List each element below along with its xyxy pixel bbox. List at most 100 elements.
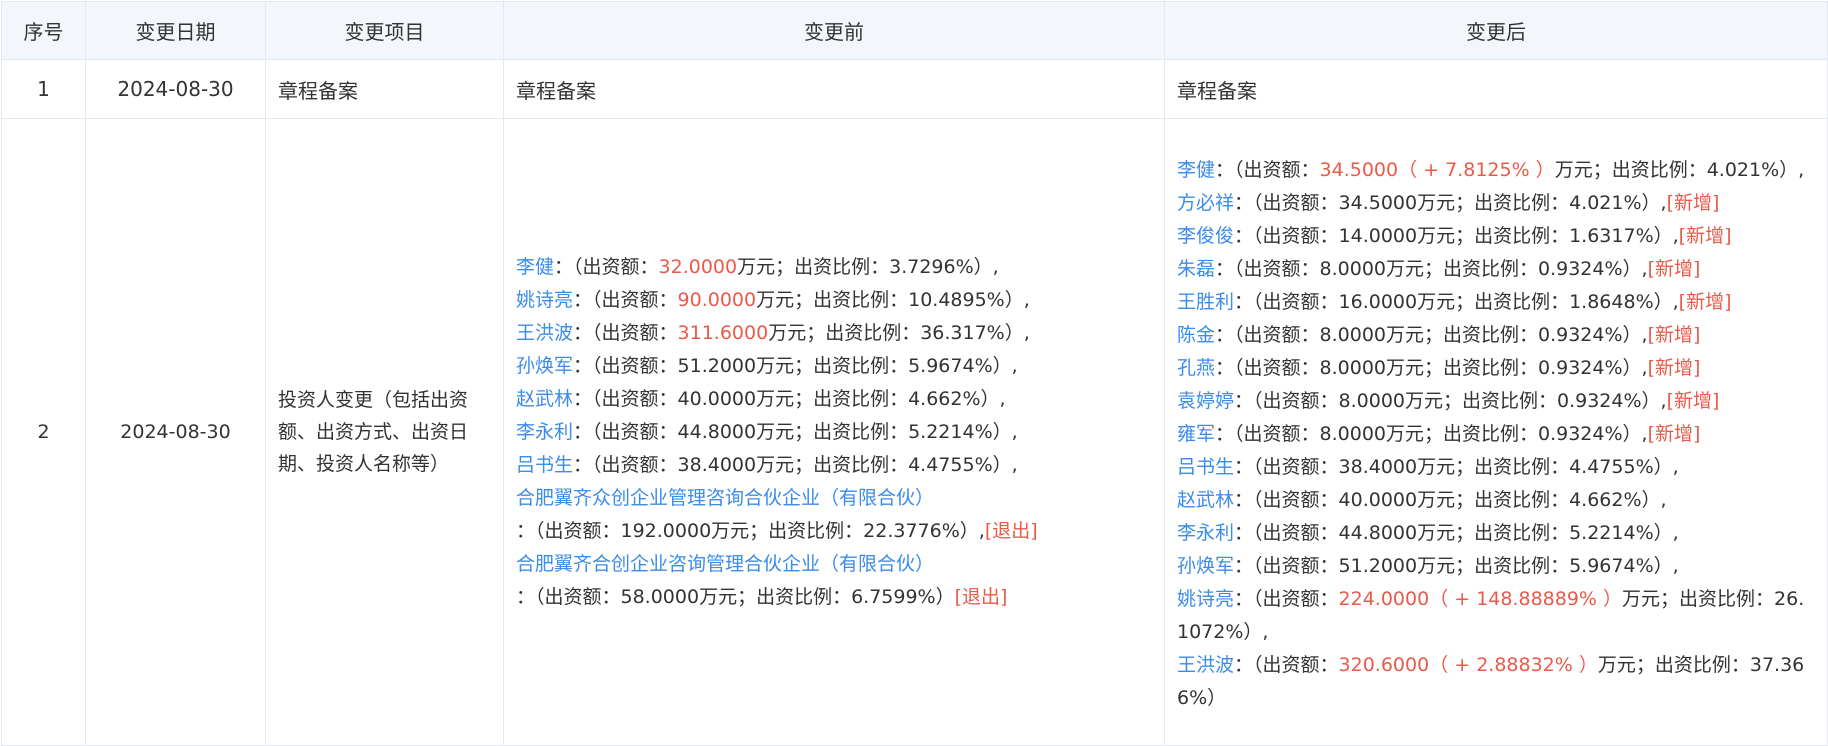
investor-name-link[interactable]: 陈金 — [1177, 324, 1215, 346]
investor-name-link[interactable]: 王洪波 — [516, 322, 573, 344]
entry-text: ：（出资额：40.0000万元；出资比例：4.662%）, — [573, 387, 1006, 410]
investor-name-link[interactable]: 孙焕军 — [516, 355, 573, 377]
status-tag: [新增] — [1678, 224, 1732, 247]
investor-name-link[interactable]: 合肥翼齐合创企业咨询管理合伙企业（有限合伙） — [516, 553, 934, 575]
header-index[interactable]: 序号 — [1, 1, 86, 60]
investor-entry: 陈金：（出资额：8.0000万元；出资比例：0.9324%）,[新增] — [1177, 319, 1815, 352]
entry-text: ：（出资额：38.4000万元；出资比例：4.4755%）, — [573, 453, 1018, 476]
table-row: 1 2024-08-30 章程备案 章程备案 章程备案 — [1, 59, 1828, 119]
entry-text: ：（出资额：51.2000万元；出资比例：5.9674%）, — [573, 354, 1018, 377]
entry-text: ：（出资额：14.0000万元；出资比例：1.6317%）, — [1234, 224, 1679, 247]
amount-highlight: 320.6000（ + 2.88832% ） — [1338, 653, 1598, 676]
header-after[interactable]: 变更后 — [1164, 1, 1828, 60]
change-record-table: 序号 变更日期 变更项目 变更前 变更后 1 2024-08-30 章程备案 章… — [1, 1, 1828, 746]
investor-name-link[interactable]: 李健 — [1177, 159, 1215, 181]
investor-name-link[interactable]: 吕书生 — [516, 454, 573, 476]
investor-name-link[interactable]: 吕书生 — [1177, 456, 1234, 478]
investor-entry: 王洪波：（出资额：311.6000万元；出资比例：36.317%）, — [516, 317, 1152, 350]
status-tag: [退出] — [984, 519, 1038, 542]
entry-text: ：（出资额：34.5000万元；出资比例：4.021%）, — [1234, 191, 1667, 214]
entry-text: ：（出资额： — [554, 255, 659, 278]
investor-entry: ：（出资额：192.0000万元；出资比例：22.3776%）,[退出] — [516, 515, 1152, 548]
entry-text: ：（出资额：8.0000万元；出资比例：0.9324%）, — [1215, 422, 1648, 445]
status-tag: [新增] — [1666, 389, 1720, 412]
investor-name-link[interactable]: 李俊俊 — [1177, 225, 1234, 247]
entry-text: ：（出资额：40.0000万元；出资比例：4.662%）, — [1234, 488, 1667, 511]
investor-name-link[interactable]: 赵武林 — [516, 388, 573, 410]
status-tag: [新增] — [1647, 356, 1701, 379]
status-tag: [新增] — [1647, 323, 1701, 346]
entry-text: ：（出资额：16.0000万元；出资比例：1.8648%）, — [1234, 290, 1679, 313]
amount-highlight: 224.0000（ + 148.88889% ） — [1338, 587, 1623, 610]
before-entries: 李健：（出资额：32.0000万元；出资比例：3.7296%）, 姚诗亮：（出资额… — [516, 251, 1152, 614]
row-index: 2 — [1, 118, 86, 746]
header-date[interactable]: 变更日期 — [85, 1, 266, 60]
investor-name-link[interactable]: 王胜利 — [1177, 291, 1234, 313]
status-tag: [新增] — [1678, 290, 1732, 313]
entry-text: ：（出资额：58.0000万元；出资比例：6.7599%） — [516, 585, 955, 608]
investor-entry: 孙焕军：（出资额：51.2000万元；出资比例：5.9674%）, — [516, 350, 1152, 383]
investor-entry: 李健：（出资额：34.5000（ + 7.8125% ）万元；出资比例：4.02… — [1177, 154, 1815, 187]
after-investor-list: 李健：（出资额：34.5000（ + 7.8125% ）万元；出资比例：4.02… — [1164, 118, 1828, 746]
investor-entry: 朱磊：（出资额：8.0000万元；出资比例：0.9324%）,[新增] — [1177, 253, 1815, 286]
investor-name-link[interactable]: 方必祥 — [1177, 192, 1234, 214]
entry-text: ：（出资额： — [573, 321, 678, 344]
entry-text: ：（出资额：51.2000万元；出资比例：5.9674%）, — [1234, 554, 1679, 577]
entry-text: ：（出资额：8.0000万元；出资比例：0.9324%）, — [1215, 356, 1648, 379]
investor-entry: 李永利：（出资额：44.8000万元；出资比例：5.2214%）, — [516, 416, 1152, 449]
investor-entry: 姚诗亮：（出资额：224.0000（ + 148.88889% ）万元；出资比例… — [1177, 583, 1815, 649]
investor-name-link[interactable]: 赵武林 — [1177, 489, 1234, 511]
entry-text: ：（出资额：38.4000万元；出资比例：4.4755%）, — [1234, 455, 1679, 478]
investor-entry: 吕书生：（出资额：38.4000万元；出资比例：4.4755%）, — [516, 449, 1152, 482]
entry-text: ：（出资额：44.8000万元；出资比例：5.2214%）, — [573, 420, 1018, 443]
investor-entry: ：（出资额：58.0000万元；出资比例：6.7599%）[退出] — [516, 581, 1152, 614]
investor-name-link[interactable]: 李健 — [516, 256, 554, 278]
entry-text: ：（出资额：8.0000万元；出资比例：0.9324%）, — [1215, 323, 1648, 346]
investor-entry: 袁婷婷：（出资额：8.0000万元；出资比例：0.9324%）,[新增] — [1177, 385, 1815, 418]
entry-text: ：（出资额： — [573, 288, 678, 311]
investor-name-link[interactable]: 孙焕军 — [1177, 555, 1234, 577]
investor-name-link[interactable]: 孔燕 — [1177, 357, 1215, 379]
amount-highlight: 34.5000（ + 7.8125% ） — [1319, 158, 1555, 181]
investor-entry: 雍军：（出资额：8.0000万元；出资比例：0.9324%）,[新增] — [1177, 418, 1815, 451]
header-item[interactable]: 变更项目 — [265, 1, 504, 60]
investor-name-link[interactable]: 雍军 — [1177, 423, 1215, 445]
entry-text: 万元；出资比例：36.317%）, — [768, 321, 1030, 344]
row-item: 投资人变更（包括出资额、出资方式、出资日期、投资人名称等） — [265, 118, 504, 746]
entry-text: ：（出资额： — [1234, 653, 1339, 676]
investor-name-link[interactable]: 王洪波 — [1177, 654, 1234, 676]
table-row: 2 2024-08-30 投资人变更（包括出资额、出资方式、出资日期、投资人名称… — [1, 118, 1828, 746]
investor-entry: 李永利：（出资额：44.8000万元；出资比例：5.2214%）, — [1177, 517, 1815, 550]
investor-name-link[interactable]: 袁婷婷 — [1177, 390, 1234, 412]
entry-text: ：（出资额：8.0000万元；出资比例：0.9324%）, — [1234, 389, 1667, 412]
investor-entry: 赵武林：（出资额：40.0000万元；出资比例：4.662%）, — [516, 383, 1152, 416]
investor-name-link[interactable]: 李永利 — [1177, 522, 1234, 544]
investor-entry: 合肥翼齐合创企业咨询管理合伙企业（有限合伙） — [516, 548, 1152, 581]
investor-name-link[interactable]: 李永利 — [516, 421, 573, 443]
table-header-row: 序号 变更日期 变更项目 变更前 变更后 — [1, 1, 1828, 60]
investor-entry: 李健：（出资额：32.0000万元；出资比例：3.7296%）, — [516, 251, 1152, 284]
row-after: 章程备案 — [1164, 59, 1828, 119]
investor-entry: 姚诗亮：（出资额：90.0000万元；出资比例：10.4895%）, — [516, 284, 1152, 317]
row-index: 1 — [1, 59, 86, 119]
status-tag: [退出] — [954, 585, 1008, 608]
header-before[interactable]: 变更前 — [503, 1, 1165, 60]
entry-text: ：（出资额： — [1234, 587, 1339, 610]
row-item: 章程备案 — [265, 59, 504, 119]
investor-name-link[interactable]: 朱磊 — [1177, 258, 1215, 280]
entry-text: ：（出资额： — [1215, 158, 1320, 181]
investor-entry: 王胜利：（出资额：16.0000万元；出资比例：1.8648%）,[新增] — [1177, 286, 1815, 319]
investor-name-link[interactable]: 姚诗亮 — [1177, 588, 1234, 610]
investor-entry: 吕书生：（出资额：38.4000万元；出资比例：4.4755%）, — [1177, 451, 1815, 484]
status-tag: [新增] — [1647, 257, 1701, 280]
row-date: 2024-08-30 — [85, 59, 266, 119]
entry-text: ：（出资额：192.0000万元；出资比例：22.3776%）, — [516, 519, 985, 542]
row-date: 2024-08-30 — [85, 118, 266, 746]
row-before: 章程备案 — [503, 59, 1165, 119]
entry-text: 万元；出资比例：10.4895%）, — [756, 288, 1030, 311]
investor-entry: 王洪波：（出资额：320.6000（ + 2.88832% ）万元；出资比例：3… — [1177, 649, 1815, 715]
investor-name-link[interactable]: 姚诗亮 — [516, 289, 573, 311]
investor-entry: 孔燕：（出资额：8.0000万元；出资比例：0.9324%）,[新增] — [1177, 352, 1815, 385]
investor-name-link[interactable]: 合肥翼齐众创企业管理咨询合伙企业（有限合伙） — [516, 487, 934, 509]
entry-text: ：（出资额：44.8000万元；出资比例：5.2214%）, — [1234, 521, 1679, 544]
